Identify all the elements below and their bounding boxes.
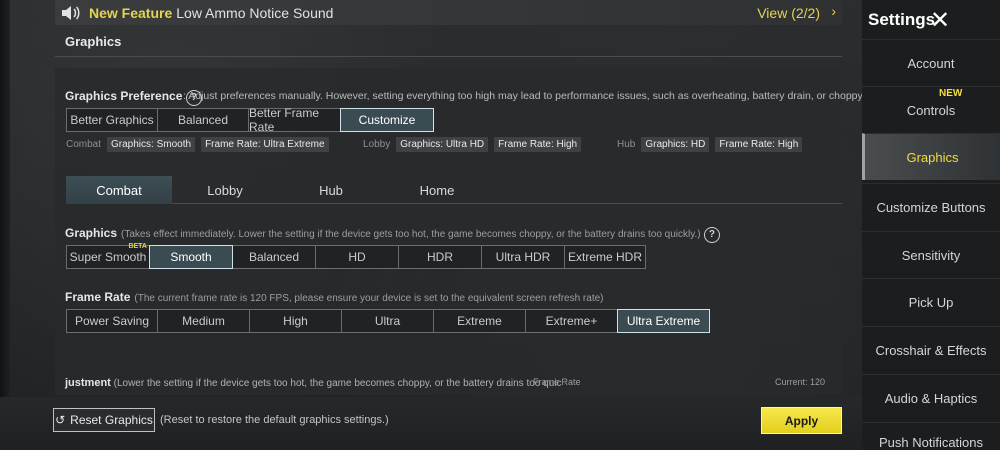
sidebar-item-crosshair-effects[interactable]: Crosshair & Effects bbox=[862, 326, 1000, 373]
graphics-option-hdr[interactable]: HDR bbox=[398, 245, 482, 269]
summary-lobby-graphics: Graphics: Ultra HD bbox=[396, 137, 489, 152]
reset-icon: ↺ bbox=[55, 413, 66, 427]
graphics-row-desc: (Takes effect immediately. Lower the set… bbox=[121, 229, 701, 240]
framerate-row-label: Frame Rate bbox=[65, 290, 131, 304]
graphics-quality-selector: Super Smooth BETA Smooth Balanced HD HDR… bbox=[66, 243, 646, 269]
notice-view-link[interactable]: View (2/2) bbox=[757, 5, 820, 21]
adjustment-row-label: justment bbox=[65, 377, 111, 389]
reset-note: (Reset to restore the default graphics s… bbox=[160, 414, 389, 426]
graphics-preference-selector: Better Graphics Balanced Better Frame Ra… bbox=[66, 106, 434, 134]
section-divider bbox=[55, 56, 842, 57]
graphics-preference-label: Graphics Preference bbox=[65, 89, 183, 103]
pref-option-customize[interactable]: Customize bbox=[340, 108, 434, 132]
graphics-row-title: Graphics (Takes effect immediately. Lower… bbox=[65, 226, 720, 243]
summary-lobby-framerate: Frame Rate: High bbox=[494, 137, 582, 152]
graphics-option-balanced[interactable]: Balanced bbox=[232, 245, 316, 269]
summary-combat-key: Combat bbox=[66, 139, 102, 150]
framerate-option-high[interactable]: High bbox=[249, 309, 342, 333]
pref-option-better-frame-rate[interactable]: Better Frame Rate bbox=[248, 106, 341, 134]
adjustment-row-desc: (Lower the setting if the device gets to… bbox=[113, 378, 562, 389]
framerate-selector: Power Saving Medium High Ultra Extreme E… bbox=[66, 309, 710, 333]
adjustment-current-value: Current: 120 bbox=[775, 377, 826, 387]
summary-lobby-key: Lobby bbox=[363, 139, 391, 150]
feature-notice-banner[interactable]: New Feature Low Ammo Notice Sound View (… bbox=[55, 0, 842, 25]
settings-title: Settings bbox=[868, 10, 936, 29]
graphics-preference-title: Graphics Preference ? bbox=[65, 89, 202, 106]
graphics-preference-desc: : Adjust preferences manually. However, … bbox=[183, 90, 892, 102]
summary-combat-framerate: Frame Rate: Ultra Extreme bbox=[201, 137, 329, 152]
framerate-option-extreme[interactable]: Extreme bbox=[433, 309, 526, 333]
sidebar-item-pick-up[interactable]: Pick Up bbox=[862, 278, 1000, 325]
beta-badge: BETA bbox=[128, 243, 147, 250]
summary-lobby: Lobby Graphics: Ultra HD Frame Rate: High bbox=[363, 137, 587, 152]
pref-option-balanced[interactable]: Balanced bbox=[157, 108, 249, 132]
reset-graphics-label: Reset Graphics bbox=[70, 413, 153, 427]
notice-feature-label: New Feature bbox=[89, 4, 173, 21]
graphics-row-label: Graphics bbox=[65, 226, 118, 240]
graphics-option-super-smooth[interactable]: Super Smooth BETA bbox=[66, 243, 150, 269]
sidebar-item-account[interactable]: Account bbox=[862, 39, 1000, 86]
summary-combat-graphics: Graphics: Smooth bbox=[107, 137, 196, 152]
sidebar-item-graphics[interactable]: Graphics bbox=[862, 133, 1000, 180]
new-badge: NEW bbox=[939, 88, 963, 99]
summary-hub-graphics: Graphics: HD bbox=[641, 137, 710, 152]
summary-hub: Hub Graphics: HD Frame Rate: High bbox=[617, 137, 808, 152]
framerate-option-extreme-plus[interactable]: Extreme+ bbox=[525, 309, 618, 333]
tab-lobby[interactable]: Lobby bbox=[172, 176, 278, 204]
reset-graphics-button[interactable]: ↺ Reset Graphics bbox=[53, 408, 155, 432]
summary-hub-key: Hub bbox=[617, 139, 636, 150]
mode-tabs: Combat Lobby Hub Home bbox=[66, 176, 842, 204]
graphics-option-hd[interactable]: HD bbox=[315, 245, 399, 269]
sidebar-item-audio-haptics[interactable]: Audio & Haptics bbox=[862, 374, 1000, 421]
framerate-option-ultra-extreme[interactable]: Ultra Extreme bbox=[617, 309, 710, 333]
sidebar-item-push-notifications[interactable]: Push Notifications bbox=[862, 422, 1000, 450]
summary-combat: Combat Graphics: Smooth Frame Rate: Ultra … bbox=[66, 137, 335, 152]
framerate-option-medium[interactable]: Medium bbox=[157, 309, 250, 333]
sidebar-item-controls[interactable]: Controls bbox=[862, 86, 1000, 133]
frame-edge bbox=[0, 0, 10, 450]
chevron-right-icon[interactable]: › bbox=[831, 3, 836, 19]
apply-button[interactable]: Apply bbox=[761, 407, 842, 434]
close-icon[interactable]: ✕ bbox=[930, 6, 950, 35]
summary-hub-framerate: Frame Rate: High bbox=[715, 137, 803, 152]
graphics-option-super-smooth-label: Super Smooth bbox=[69, 250, 147, 264]
pref-option-better-graphics[interactable]: Better Graphics bbox=[66, 108, 158, 132]
sidebar-item-sensitivity[interactable]: Sensitivity bbox=[862, 231, 1000, 278]
adjustment-row-title: justment (Lower the setting if the devic… bbox=[65, 377, 561, 389]
framerate-option-power-saving[interactable]: Power Saving bbox=[66, 309, 158, 333]
tab-combat[interactable]: Combat bbox=[66, 176, 172, 204]
speaker-icon bbox=[62, 5, 80, 20]
graphics-option-extreme-hdr[interactable]: Extreme HDR bbox=[564, 245, 646, 269]
tab-home[interactable]: Home bbox=[384, 176, 490, 204]
adjustment-framerate-label: Frame Rate bbox=[533, 377, 581, 387]
tab-hub[interactable]: Hub bbox=[278, 176, 384, 204]
section-title: Graphics bbox=[65, 34, 122, 49]
framerate-row-title: Frame Rate (The current frame rate is 120… bbox=[65, 290, 604, 304]
framerate-row-desc: (The current frame rate is 120 FPS, plea… bbox=[134, 293, 604, 304]
graphics-option-smooth[interactable]: Smooth bbox=[149, 245, 233, 269]
notice-text: Low Ammo Notice Sound bbox=[176, 4, 334, 21]
sidebar-item-customize-buttons[interactable]: Customize Buttons bbox=[862, 183, 1000, 230]
framerate-option-ultra[interactable]: Ultra bbox=[341, 309, 434, 333]
graphics-option-ultra-hdr[interactable]: Ultra HDR bbox=[481, 245, 565, 269]
help-icon[interactable]: ? bbox=[703, 227, 720, 243]
